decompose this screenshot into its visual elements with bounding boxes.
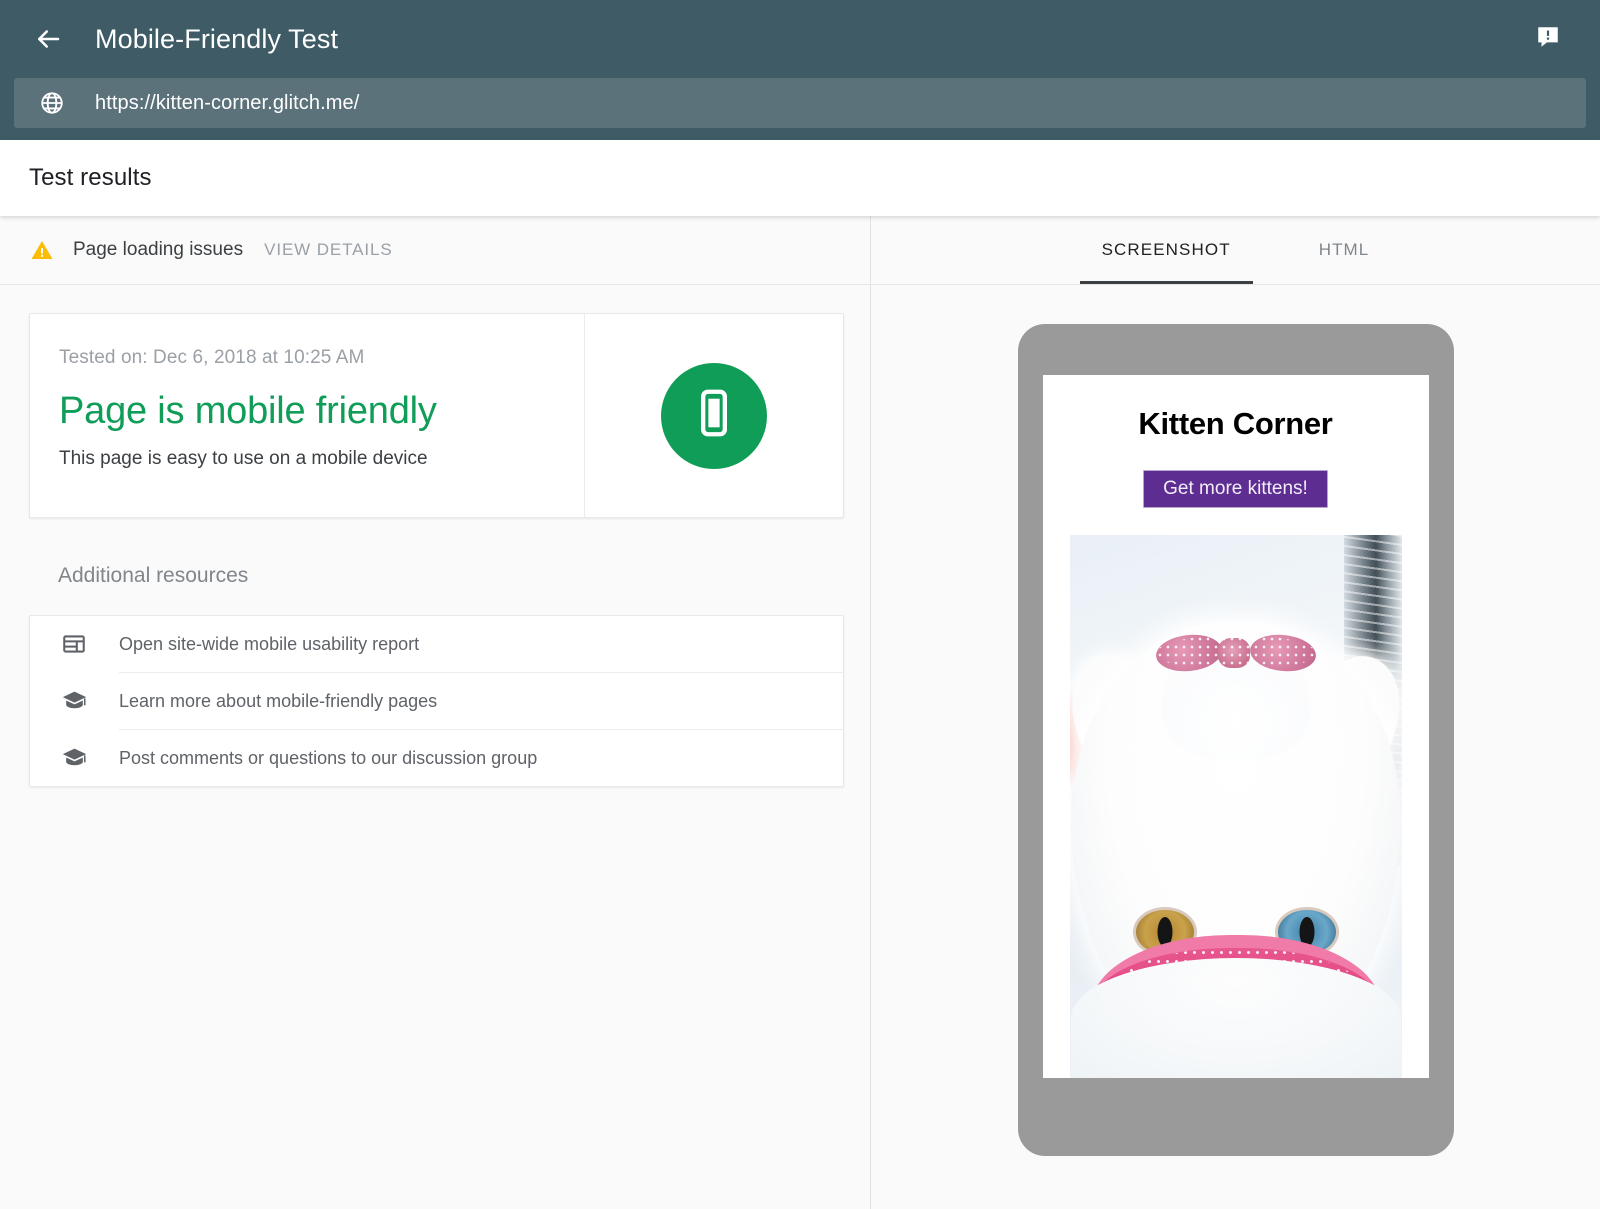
- view-details-link[interactable]: VIEW DETAILS: [264, 240, 393, 260]
- phone-mockup: Kitten Corner Get more kittens!: [1018, 324, 1454, 1156]
- resource-link-usability-report[interactable]: Open site-wide mobile usability report: [30, 616, 843, 672]
- bow-lobe-left: [1154, 632, 1223, 675]
- left-panel: Page loading issues VIEW DETAILS Tested …: [0, 216, 871, 1209]
- page-loading-issues-strip: Page loading issues VIEW DETAILS: [0, 216, 870, 285]
- resource-label: Post comments or questions to our discus…: [119, 748, 537, 769]
- result-card-status: [584, 314, 843, 517]
- url-value: https://kitten-corner.glitch.me/: [95, 92, 359, 115]
- resource-label: Learn more about mobile-friendly pages: [119, 691, 437, 712]
- kitten-chest: [1071, 958, 1401, 1078]
- tab-html[interactable]: HTML: [1297, 216, 1392, 284]
- warning-triangle-icon: [29, 237, 55, 263]
- school-cap-icon: [59, 688, 89, 715]
- preview-tabs: SCREENSHOT HTML: [871, 216, 1600, 285]
- feedback-button[interactable]: [1526, 17, 1570, 61]
- arrow-back-icon: [33, 24, 63, 54]
- back-button[interactable]: [24, 15, 72, 63]
- school-cap-icon: [59, 745, 89, 772]
- resource-link-discussion-group[interactable]: Post comments or questions to our discus…: [30, 730, 843, 786]
- additional-resources-title: Additional resources: [58, 564, 841, 588]
- kitten-photo: [1070, 535, 1402, 1078]
- additional-resources-card: Open site-wide mobile usability report L…: [29, 615, 844, 787]
- verdict-subtext: This page is easy to use on a mobile dev…: [59, 448, 584, 470]
- page-loading-issues-label: Page loading issues: [73, 239, 243, 261]
- tab-screenshot[interactable]: SCREENSHOT: [1080, 216, 1253, 284]
- preview-site-title: Kitten Corner: [1138, 406, 1332, 442]
- phone-screen: Kitten Corner Get more kittens!: [1043, 375, 1429, 1078]
- left-content: Tested on: Dec 6, 2018 at 10:25 AM Page …: [0, 285, 870, 1209]
- content-body: Page loading issues VIEW DETAILS Tested …: [0, 216, 1600, 1209]
- test-results-header: Test results: [0, 140, 1600, 216]
- globe-icon: [38, 89, 66, 117]
- url-input[interactable]: https://kitten-corner.glitch.me/: [14, 78, 1586, 128]
- tab-screenshot-label: SCREENSHOT: [1102, 240, 1231, 260]
- tab-html-label: HTML: [1319, 240, 1370, 260]
- mobile-friendly-test-app: Mobile-Friendly Test: [0, 0, 1600, 1209]
- app-bar: Mobile-Friendly Test: [0, 0, 1600, 78]
- bow-knot: [1218, 638, 1250, 668]
- url-bar-container: https://kitten-corner.glitch.me/: [0, 78, 1600, 140]
- screenshot-preview-area: Kitten Corner Get more kittens!: [871, 285, 1600, 1209]
- kitten-bow: [1156, 635, 1316, 671]
- tested-on-timestamp: Tested on: Dec 6, 2018 at 10:25 AM: [59, 347, 584, 369]
- tab-gap: [1253, 216, 1297, 284]
- test-results-title: Test results: [29, 164, 152, 192]
- result-card: Tested on: Dec 6, 2018 at 10:25 AM Page …: [29, 313, 844, 518]
- resource-label: Open site-wide mobile usability report: [119, 634, 419, 655]
- status-badge: [661, 363, 767, 469]
- resource-link-learn-more[interactable]: Learn more about mobile-friendly pages: [30, 673, 843, 729]
- result-card-text: Tested on: Dec 6, 2018 at 10:25 AM Page …: [30, 314, 584, 517]
- feedback-icon: [1535, 24, 1561, 55]
- mobile-phone-icon: [688, 387, 740, 444]
- verdict-headline: Page is mobile friendly: [59, 390, 584, 433]
- get-more-kittens-button[interactable]: Get more kittens!: [1143, 470, 1328, 508]
- page-title: Mobile-Friendly Test: [95, 24, 338, 55]
- bow-lobe-right: [1248, 632, 1317, 675]
- dashboard-report-icon: [59, 631, 89, 657]
- right-panel: SCREENSHOT HTML Kitten Corner Get more k…: [871, 216, 1600, 1209]
